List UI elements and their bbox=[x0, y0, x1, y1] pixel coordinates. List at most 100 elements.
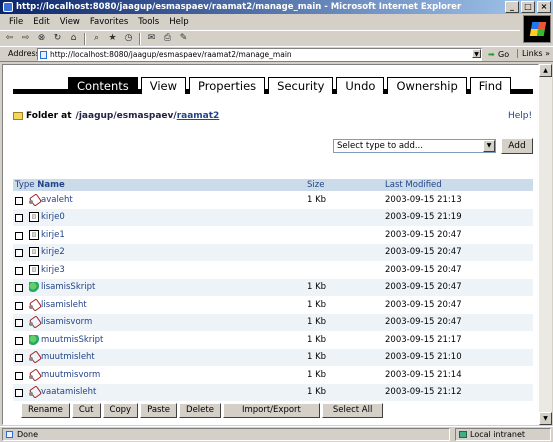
row-checkbox[interactable] bbox=[15, 214, 23, 223]
row-checkbox[interactable] bbox=[15, 319, 23, 328]
mail-icon[interactable]: ✉ bbox=[146, 33, 157, 44]
row-name-link[interactable]: muutmisSkript bbox=[41, 335, 103, 345]
table-row: ◫ kirje3 2003-09-15 20:47 bbox=[13, 261, 533, 279]
links-button[interactable]: Links » bbox=[517, 49, 550, 58]
document-icon[interactable]: ◫ bbox=[29, 247, 39, 258]
tab-view[interactable]: View bbox=[140, 77, 187, 94]
row-name-link[interactable]: kirje1 bbox=[41, 230, 65, 240]
vertical-scrollbar[interactable]: ▲ ▼ bbox=[539, 64, 552, 425]
menu-favorites[interactable]: Favorites bbox=[85, 17, 133, 27]
header-size[interactable]: Size bbox=[307, 179, 324, 191]
stop-icon[interactable]: ⊗ bbox=[36, 33, 47, 44]
row-name-link[interactable]: lisamisvorm bbox=[41, 317, 92, 327]
tab-contents[interactable]: Contents bbox=[68, 77, 138, 94]
python-script-icon[interactable] bbox=[29, 334, 39, 345]
link-icon[interactable] bbox=[29, 370, 39, 380]
page-icon bbox=[40, 51, 47, 59]
chevron-down-icon[interactable]: ▼ bbox=[483, 140, 495, 152]
link-icon[interactable] bbox=[29, 387, 39, 397]
tab-ownership[interactable]: Ownership bbox=[387, 77, 467, 94]
select-all-button[interactable]: Select All bbox=[321, 403, 384, 418]
row-date: 2003-09-15 21:10 bbox=[385, 352, 462, 363]
menu-help[interactable]: Help bbox=[164, 17, 193, 27]
breadcrumb-current[interactable]: raamat2 bbox=[177, 111, 220, 121]
maximize-button[interactable]: □ bbox=[521, 1, 535, 13]
row-checkbox[interactable] bbox=[15, 196, 23, 205]
tab-find[interactable]: Find bbox=[469, 77, 512, 94]
address-url: http://localhost:8080/jaagup/esmaspaev/r… bbox=[50, 50, 292, 59]
row-checkbox[interactable] bbox=[15, 284, 23, 293]
refresh-icon[interactable]: ↻ bbox=[52, 33, 63, 44]
row-size: 1 Kb bbox=[307, 387, 327, 398]
row-date: 2003-09-15 20:47 bbox=[385, 229, 462, 240]
back-icon[interactable]: ⇦ bbox=[4, 33, 15, 44]
favorites-icon[interactable]: ★ bbox=[107, 33, 118, 44]
row-name-link[interactable]: avaleht bbox=[41, 195, 73, 205]
window-title-bar[interactable]: http://localhost:8080/jaagup/esmaspaev/r… bbox=[0, 0, 553, 14]
row-checkbox[interactable] bbox=[15, 371, 23, 380]
print-icon[interactable]: ⎙ bbox=[162, 33, 173, 44]
scroll-up-icon[interactable]: ▲ bbox=[539, 64, 552, 77]
close-button[interactable]: × bbox=[537, 1, 551, 13]
row-checkbox[interactable] bbox=[15, 249, 23, 258]
link-icon[interactable] bbox=[29, 195, 39, 205]
table-row: ◫ kirje2 2003-09-15 20:47 bbox=[13, 243, 533, 261]
row-name-link[interactable]: vaatamisleht bbox=[41, 387, 96, 397]
tab-undo[interactable]: Undo bbox=[336, 77, 385, 94]
menu-tools[interactable]: Tools bbox=[133, 17, 164, 27]
breadcrumb-path[interactable]: /jaagup/esmaspaev/ bbox=[76, 111, 177, 121]
link-icon[interactable] bbox=[29, 317, 39, 327]
link-icon[interactable] bbox=[29, 300, 39, 310]
header-modified[interactable]: Last Modified bbox=[385, 179, 442, 191]
header-type[interactable]: Type bbox=[15, 180, 35, 190]
tab-properties[interactable]: Properties bbox=[189, 77, 266, 94]
header-name[interactable]: Name bbox=[37, 180, 64, 190]
menu-edit[interactable]: Edit bbox=[28, 17, 54, 27]
rename-button[interactable]: Rename bbox=[21, 403, 70, 418]
row-date: 2003-09-15 21:12 bbox=[385, 387, 462, 398]
row-checkbox[interactable] bbox=[15, 266, 23, 275]
address-dropdown-icon[interactable]: ▼ bbox=[472, 49, 481, 58]
copy-button[interactable]: Copy bbox=[102, 403, 139, 418]
row-checkbox[interactable] bbox=[15, 354, 23, 363]
add-type-select[interactable]: Select type to add... ▼ bbox=[333, 139, 496, 153]
search-icon[interactable]: ⌕ bbox=[91, 33, 102, 44]
page-icon bbox=[6, 431, 13, 438]
row-checkbox[interactable] bbox=[15, 301, 23, 310]
menu-file[interactable]: File bbox=[4, 17, 28, 27]
document-icon[interactable]: ◫ bbox=[29, 212, 39, 223]
minimize-button[interactable]: _ bbox=[505, 1, 519, 13]
scroll-down-icon[interactable]: ▼ bbox=[539, 412, 552, 425]
row-checkbox[interactable] bbox=[15, 336, 23, 345]
intranet-icon bbox=[459, 431, 467, 438]
table-row: lisamisSkript 1 Kb 2003-09-15 20:47 bbox=[13, 278, 533, 296]
import-export-button[interactable]: Import/Export bbox=[222, 403, 320, 418]
tab-security[interactable]: Security bbox=[268, 77, 334, 94]
paste-button[interactable]: Paste bbox=[140, 403, 178, 418]
home-icon[interactable]: ⌂ bbox=[68, 33, 79, 44]
add-button[interactable]: Add bbox=[501, 138, 533, 154]
forward-icon[interactable]: ⇨ bbox=[20, 33, 31, 44]
address-input[interactable]: http://localhost:8080/jaagup/esmaspaev/r… bbox=[37, 48, 482, 61]
history-icon[interactable]: ◷ bbox=[123, 33, 134, 44]
row-name-link[interactable]: kirje2 bbox=[41, 247, 65, 257]
row-name-link[interactable]: kirje0 bbox=[41, 212, 65, 222]
document-icon[interactable]: ◫ bbox=[29, 264, 39, 275]
delete-button[interactable]: Delete bbox=[179, 403, 221, 418]
row-name-link[interactable]: lisamisleht bbox=[41, 300, 87, 310]
go-button[interactable]: ➡ Go bbox=[488, 48, 509, 61]
python-script-icon[interactable] bbox=[29, 282, 39, 293]
row-name-link[interactable]: lisamisSkript bbox=[41, 282, 95, 292]
row-name-link[interactable]: muutmisleht bbox=[41, 352, 95, 362]
row-name-link[interactable]: muutmisvorm bbox=[41, 370, 100, 380]
cut-button[interactable]: Cut bbox=[71, 403, 101, 418]
link-icon[interactable] bbox=[29, 352, 39, 362]
edit-icon[interactable]: ✎ bbox=[178, 33, 189, 44]
menu-view[interactable]: View bbox=[55, 17, 85, 27]
row-name-cell: vaatamisleht bbox=[15, 387, 96, 398]
row-name-link[interactable]: kirje3 bbox=[41, 265, 65, 275]
row-checkbox[interactable] bbox=[15, 231, 23, 240]
help-link[interactable]: Help! bbox=[508, 111, 532, 121]
document-icon[interactable]: ◫ bbox=[29, 229, 39, 240]
row-checkbox[interactable] bbox=[15, 389, 23, 398]
